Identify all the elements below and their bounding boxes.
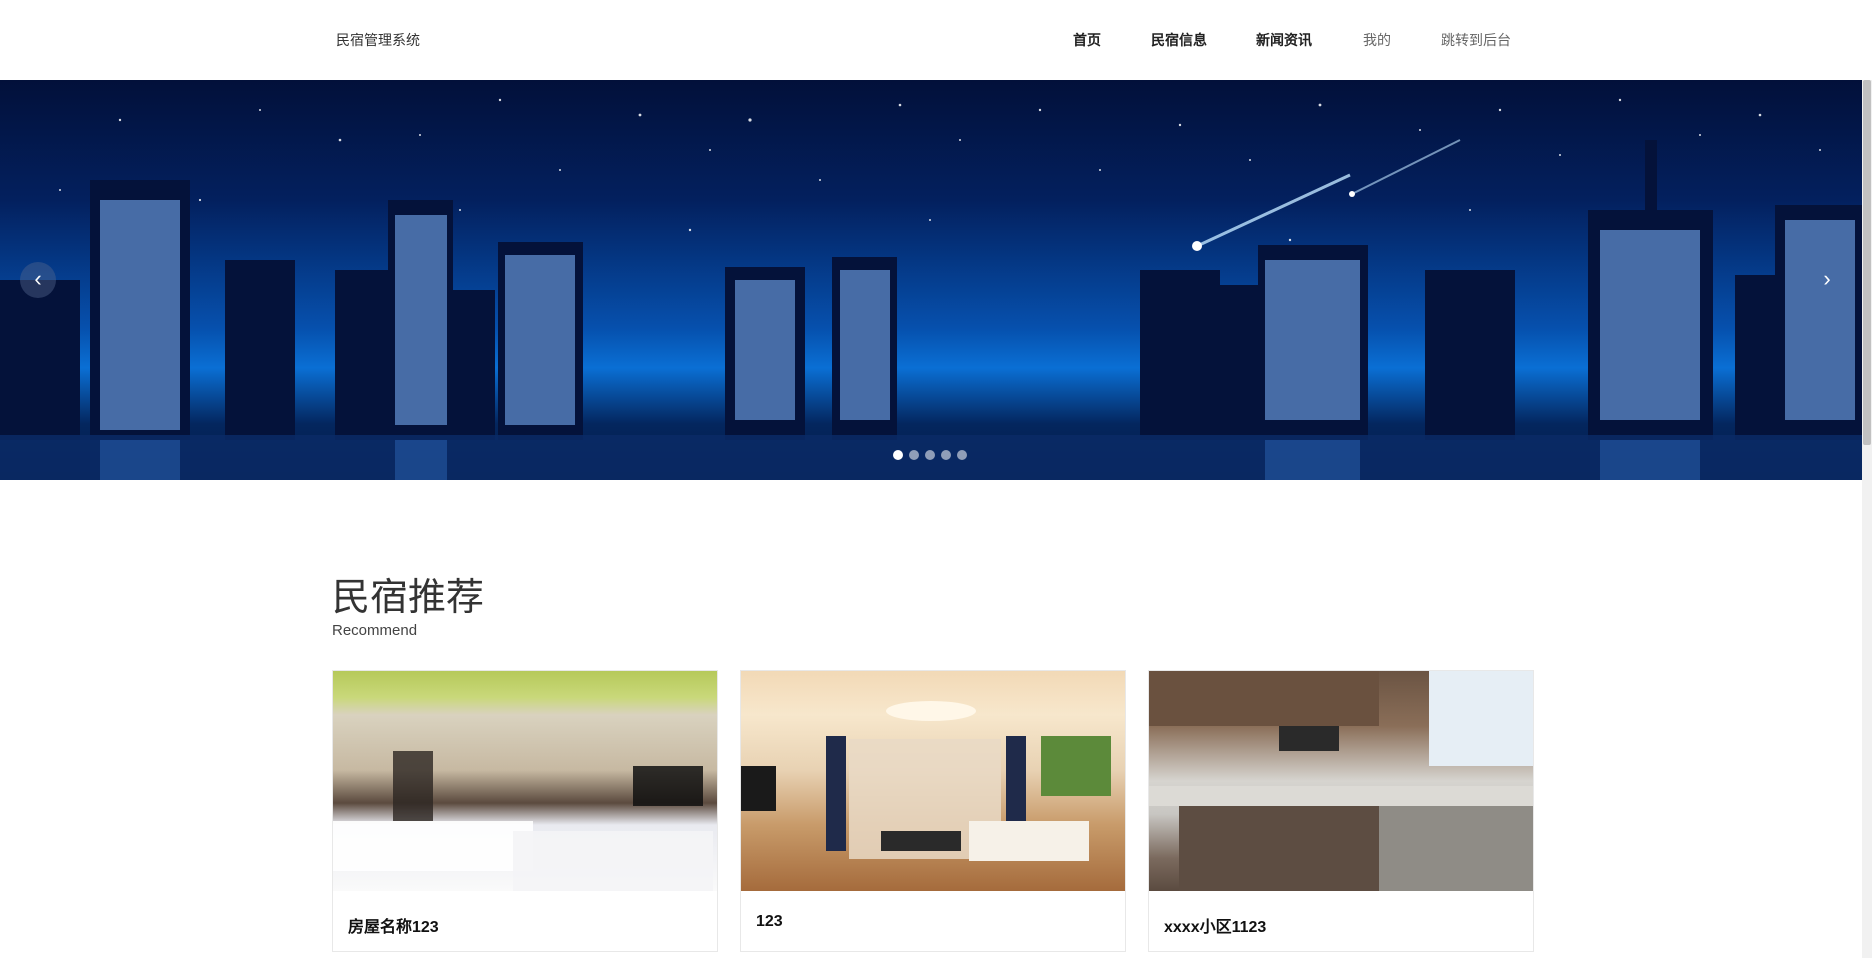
homestay-photo[interactable] [741,671,1125,891]
homestay-card[interactable]: xxxx小区1123 [1148,670,1534,952]
carousel-next-button[interactable]: › [1809,262,1845,298]
carousel-dot-3[interactable] [925,450,935,460]
homestay-photo[interactable] [1149,671,1533,891]
carousel-dot-1[interactable] [893,450,903,460]
homestay-card[interactable]: 123 [740,670,1126,952]
homestay-card-title[interactable]: 房屋名称123 [348,913,439,937]
banner-carousel[interactable]: ‹ › [0,80,1864,480]
page-scrollbar[interactable] [1862,80,1872,958]
carousel-prev-button[interactable]: ‹ [20,262,56,298]
homestay-card-title[interactable]: 123 [756,913,783,931]
carousel-dot-4[interactable] [941,450,951,460]
chevron-left-icon: ‹ [34,266,42,291]
nav-mine[interactable]: 我的 [1363,30,1391,50]
nav-news[interactable]: 新闻资讯 [1256,30,1312,50]
city-night-skyline-image [0,98,1864,480]
nav-admin[interactable]: 跳转到后台 [1441,30,1511,50]
nav-home[interactable]: 首页 [1073,30,1101,50]
top-navbar: 民宿管理系统 首页 民宿信息 新闻资讯 我的 跳转到后台 [0,0,1862,80]
scrollbar-thumb[interactable] [1863,80,1871,445]
section-subtitle: Recommend [332,622,418,639]
carousel-dot-2[interactable] [909,450,919,460]
section-title: 民宿推荐 [332,577,485,619]
chevron-right-icon: › [1823,266,1831,291]
homestay-card[interactable]: 房屋名称123 [332,670,718,952]
homestay-photo[interactable] [333,671,717,891]
homestay-card-title[interactable]: xxxx小区1123 [1164,913,1266,937]
nav-homestay-info[interactable]: 民宿信息 [1151,30,1207,50]
main-nav: 首页 民宿信息 新闻资讯 我的 跳转到后台 [0,30,1862,54]
carousel-dot-5[interactable] [957,450,967,460]
